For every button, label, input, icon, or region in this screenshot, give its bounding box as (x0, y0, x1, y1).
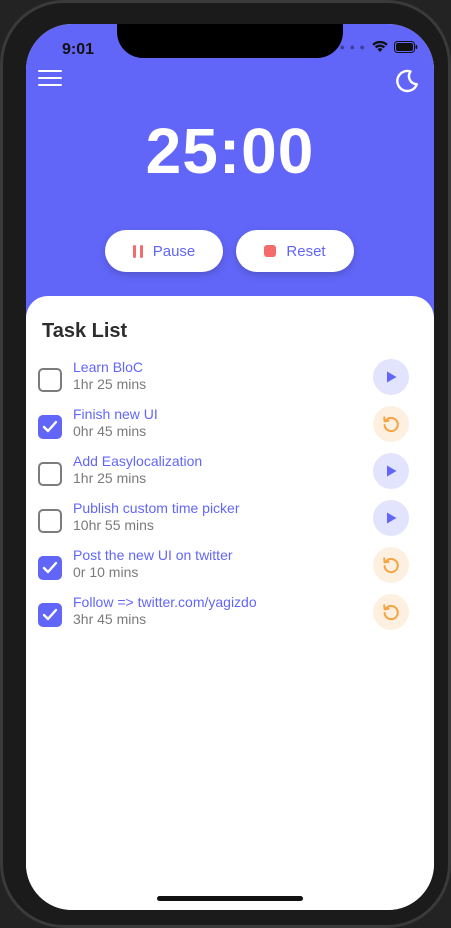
timer-header: 9:01 ● ● ● ● 25:00 Pause Reset (26, 24, 434, 334)
play-task-button[interactable] (373, 453, 409, 489)
play-icon (387, 465, 397, 477)
task-name: Finish new UI (73, 406, 158, 422)
task-row: Post the new UI on twitter 0r 10 mins (26, 547, 434, 593)
restart-task-button[interactable] (373, 406, 409, 442)
task-panel: Task List Learn BloC 1hr 25 mins Finish ne… (26, 296, 434, 910)
restart-icon (383, 604, 399, 621)
task-row: Learn BloC 1hr 25 mins (26, 359, 434, 405)
reset-label: Reset (286, 242, 326, 260)
status-time: 9:01 (62, 41, 95, 58)
checkmark-icon (42, 608, 58, 621)
task-duration: 3hr 45 mins (73, 611, 147, 627)
play-task-button[interactable] (373, 359, 409, 395)
task-row: Follow => twitter.com/yagizdo 3hr 45 mins (26, 594, 434, 640)
menu-button[interactable] (38, 70, 62, 90)
task-checkbox[interactable] (38, 368, 62, 392)
task-name: Publish custom time picker (73, 500, 240, 516)
pause-label: Pause (152, 242, 196, 260)
checkmark-icon (42, 561, 58, 574)
task-duration: 0hr 45 mins (73, 423, 147, 439)
app-screen: 9:01 ● ● ● ● 25:00 Pause Reset Task List… (26, 24, 434, 910)
restart-icon (383, 416, 399, 433)
task-name: Learn BloC (73, 359, 144, 375)
stop-icon (264, 245, 277, 257)
task-list-title: Task List (42, 320, 128, 342)
play-icon (387, 371, 397, 383)
play-task-button[interactable] (373, 500, 409, 536)
task-duration: 0r 10 mins (73, 564, 139, 580)
moon-icon (396, 69, 418, 93)
device-notch (117, 24, 343, 58)
phone-frame: 9:01 ● ● ● ● 25:00 Pause Reset Task List… (0, 0, 451, 928)
task-checkbox[interactable] (38, 556, 62, 580)
task-checkbox[interactable] (38, 509, 62, 533)
task-row: Finish new UI 0hr 45 mins (26, 406, 434, 452)
home-indicator (157, 896, 303, 901)
task-duration: 10hr 55 mins (73, 517, 154, 533)
wifi-icon (372, 41, 388, 52)
task-name: Follow => twitter.com/yagizdo (73, 594, 257, 610)
checkmark-icon (42, 420, 58, 433)
task-checkbox[interactable] (38, 415, 62, 439)
task-checkbox[interactable] (38, 603, 62, 627)
battery-icon (394, 41, 418, 53)
pause-icon (132, 244, 143, 258)
task-row: Add Easylocalization 1hr 25 mins (26, 453, 434, 499)
task-row: Publish custom time picker 10hr 55 mins (26, 500, 434, 546)
timer-display: 25:00 (145, 115, 315, 187)
reset-button[interactable]: Reset (236, 230, 354, 272)
hamburger-menu-icon (38, 70, 62, 86)
restart-task-button[interactable] (373, 594, 409, 630)
status-icons: ● ● ● ● (330, 41, 418, 53)
task-duration: 1hr 25 mins (73, 376, 147, 392)
task-duration: 1hr 25 mins (73, 470, 147, 486)
task-checkbox[interactable] (38, 462, 62, 486)
pause-button[interactable]: Pause (105, 230, 223, 272)
restart-icon (383, 557, 399, 574)
play-icon (387, 512, 397, 524)
task-name: Post the new UI on twitter (73, 547, 233, 563)
theme-toggle-button[interactable] (394, 68, 420, 94)
task-name: Add Easylocalization (73, 453, 203, 469)
restart-task-button[interactable] (373, 547, 409, 583)
